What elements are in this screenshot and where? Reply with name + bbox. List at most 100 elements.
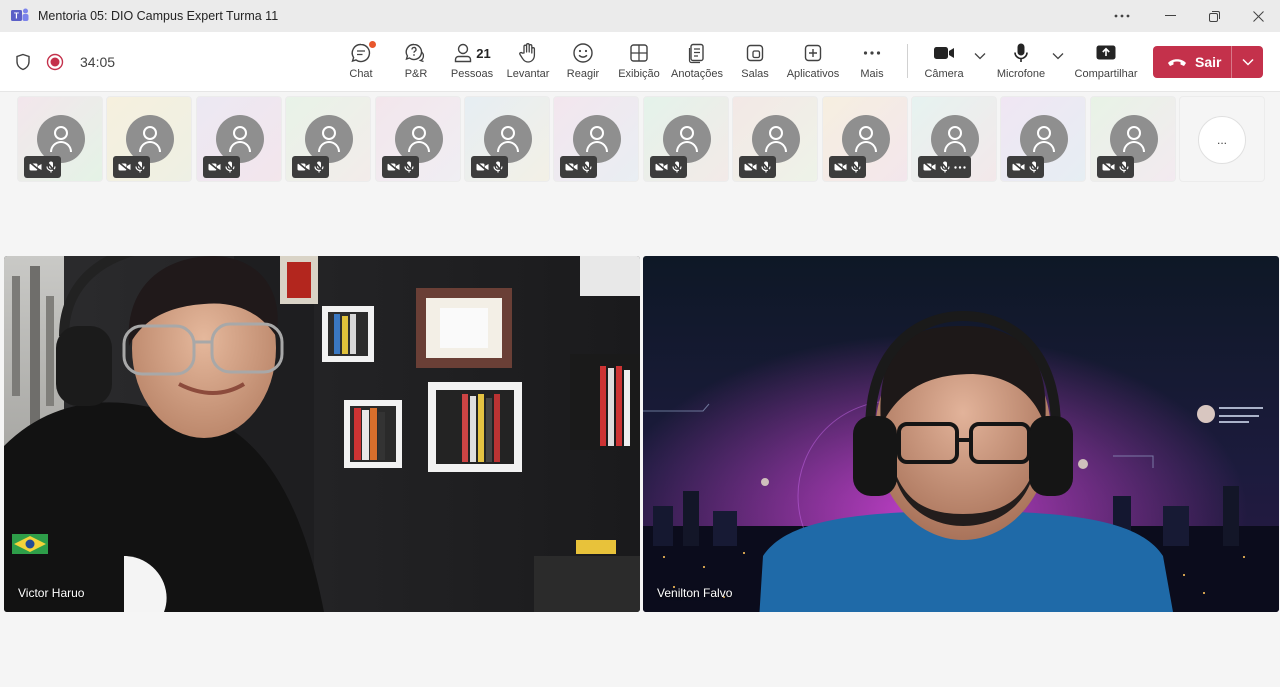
apps-button[interactable]: Aplicativos bbox=[784, 40, 842, 86]
mic-off-icon bbox=[672, 161, 682, 173]
leave-button[interactable]: Sair bbox=[1153, 46, 1263, 78]
mic-off-icon bbox=[404, 161, 414, 173]
shield-icon[interactable] bbox=[14, 53, 32, 71]
qa-icon bbox=[405, 43, 425, 63]
camera-off-icon bbox=[476, 162, 489, 172]
more-participants-label: ... bbox=[1216, 133, 1227, 147]
restore-button[interactable] bbox=[1192, 0, 1236, 32]
more-button[interactable]: Mais bbox=[852, 40, 892, 86]
camera-button[interactable]: Câmera bbox=[922, 40, 966, 86]
more-participants-button[interactable]: ... bbox=[1198, 116, 1246, 164]
camera-off-icon bbox=[655, 162, 668, 172]
window-controls bbox=[1102, 0, 1280, 32]
react-label: Reagir bbox=[566, 68, 600, 80]
camera-options-chevron-icon[interactable] bbox=[974, 52, 986, 60]
people-count: 21 bbox=[476, 45, 491, 61]
minimize-button[interactable] bbox=[1148, 0, 1192, 32]
video-tile-victor[interactable]: Victor Haruo bbox=[4, 256, 640, 612]
camera-icon bbox=[934, 47, 954, 59]
raise-hand-button[interactable]: Levantar bbox=[505, 40, 551, 86]
participant-status bbox=[918, 156, 971, 178]
view-button[interactable]: Exibição bbox=[616, 40, 662, 86]
leave-options-button[interactable] bbox=[1232, 46, 1263, 78]
camera-off-icon bbox=[744, 162, 757, 172]
participant-name: Venilton Falvo bbox=[657, 586, 733, 600]
microphone-button[interactable]: Microfone bbox=[994, 40, 1048, 86]
more-options-button[interactable] bbox=[1102, 0, 1142, 32]
participant-tile[interactable] bbox=[375, 96, 461, 182]
react-button[interactable]: Reagir bbox=[563, 40, 603, 86]
camera-off-icon bbox=[208, 162, 221, 172]
microphone-icon bbox=[1014, 43, 1028, 62]
view-label: Exibição bbox=[618, 68, 660, 80]
breakout-rooms-icon bbox=[746, 44, 764, 62]
meeting-timer: 34:05 bbox=[80, 54, 116, 70]
video-tile-venilton[interactable]: Venilton Falvo bbox=[643, 256, 1279, 612]
participant-tile[interactable] bbox=[732, 96, 818, 182]
leave-label: Sair bbox=[1195, 54, 1222, 70]
camera-off-icon bbox=[565, 162, 578, 172]
participant-status bbox=[650, 156, 687, 178]
rooms-button[interactable]: Salas bbox=[735, 40, 775, 86]
minimize-icon bbox=[1164, 15, 1176, 16]
meeting-toolbar: 34:05 Chat P&R 21 Pessoas Levantar Reagi… bbox=[0, 32, 1280, 92]
camera-off-icon bbox=[1102, 162, 1115, 172]
participant-tile[interactable] bbox=[553, 96, 639, 182]
restore-icon bbox=[1208, 10, 1220, 22]
participant-video bbox=[643, 256, 1279, 612]
participant-status bbox=[1097, 156, 1134, 178]
mic-off-icon bbox=[761, 161, 771, 173]
participant-tile[interactable] bbox=[196, 96, 282, 182]
participant-tile[interactable] bbox=[285, 96, 371, 182]
share-button[interactable]: Compartilhar bbox=[1074, 40, 1138, 86]
participant-status bbox=[739, 156, 776, 178]
chevron-down-icon bbox=[1241, 58, 1254, 66]
apps-label: Aplicativos bbox=[786, 68, 840, 80]
participant-tile[interactable] bbox=[822, 96, 908, 182]
ellipsis-icon bbox=[1114, 14, 1130, 18]
participant-tile[interactable] bbox=[1090, 96, 1176, 182]
participant-tile[interactable] bbox=[1000, 96, 1086, 182]
recording-icon bbox=[46, 53, 64, 71]
participant-tile[interactable] bbox=[464, 96, 550, 182]
teams-logo-icon: T bbox=[11, 8, 29, 21]
more-participants-tile[interactable]: ... bbox=[1179, 96, 1265, 182]
title-bar: T Mentoria 05: DIO Campus Expert Turma 1… bbox=[0, 0, 1280, 32]
participant-tile[interactable] bbox=[643, 96, 729, 182]
tile-options-icon[interactable] bbox=[954, 165, 966, 169]
participant-tile[interactable] bbox=[106, 96, 192, 182]
camera-off-icon bbox=[834, 162, 847, 172]
participant-status bbox=[1007, 156, 1044, 178]
chat-label: Chat bbox=[349, 68, 373, 80]
raise-hand-label: Levantar bbox=[506, 68, 550, 80]
qa-button[interactable]: P&R bbox=[396, 40, 436, 86]
participant-status bbox=[113, 156, 150, 178]
microphone-options-chevron-icon[interactable] bbox=[1052, 52, 1064, 60]
camera-off-icon bbox=[1012, 162, 1025, 172]
mic-off-icon bbox=[582, 161, 592, 173]
chat-button[interactable]: Chat bbox=[341, 40, 381, 86]
people-button[interactable]: 21 Pessoas bbox=[450, 40, 494, 86]
mic-off-icon bbox=[493, 161, 503, 173]
camera-label: Câmera bbox=[924, 68, 964, 80]
participant-status bbox=[560, 156, 597, 178]
notes-button[interactable]: Anotações bbox=[670, 40, 724, 86]
participant-tile[interactable] bbox=[911, 96, 997, 182]
mic-off-icon bbox=[1119, 161, 1129, 173]
mic-off-icon bbox=[46, 161, 56, 173]
window-title: Mentoria 05: DIO Campus Expert Turma 11 bbox=[38, 9, 279, 23]
camera-off-icon bbox=[923, 162, 936, 172]
mic-off-icon bbox=[314, 161, 324, 173]
people-icon bbox=[455, 43, 472, 63]
toolbar-divider bbox=[907, 44, 908, 78]
participant-tile[interactable] bbox=[17, 96, 103, 182]
mic-off-icon bbox=[851, 161, 861, 173]
share-label: Compartilhar bbox=[1074, 68, 1138, 80]
qa-label: P&R bbox=[404, 68, 428, 80]
close-icon bbox=[1252, 10, 1264, 22]
mic-off-icon bbox=[135, 161, 145, 173]
close-window-button[interactable] bbox=[1236, 0, 1280, 32]
people-label: Pessoas bbox=[450, 68, 494, 80]
leave-main[interactable]: Sair bbox=[1153, 46, 1231, 78]
chat-unread-badge bbox=[369, 41, 376, 48]
